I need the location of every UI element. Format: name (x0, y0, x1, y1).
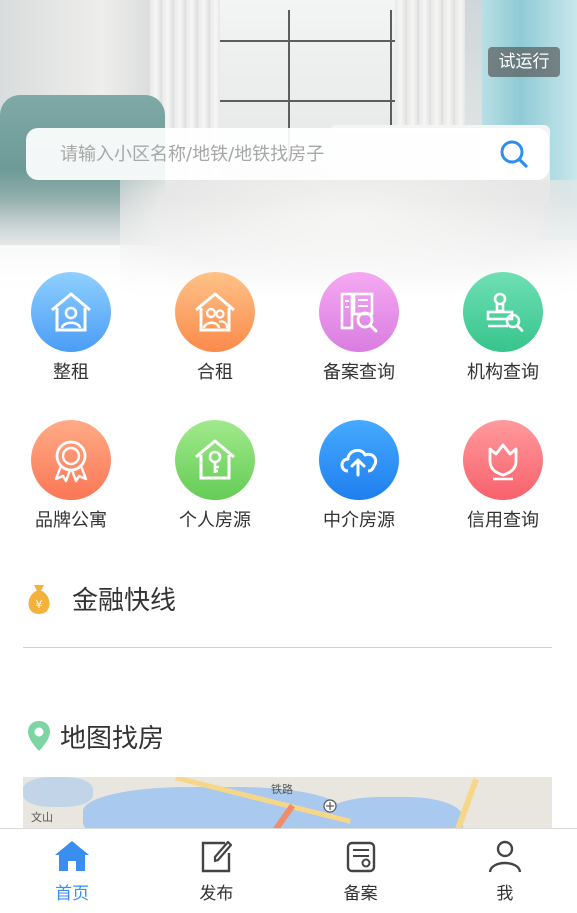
money-bag-icon-wrap: ¥ (24, 582, 54, 620)
location-pin-icon (28, 721, 50, 751)
category-label: 合租 (197, 362, 233, 383)
category-label: 个人房源 (179, 510, 251, 531)
bottom-tab-bar: 首页 发布 备案 我 (0, 828, 577, 913)
tab-me[interactable]: 我 (433, 829, 577, 913)
money-bag-icon: ¥ (28, 585, 50, 614)
map-section-title: 地图找房 (60, 724, 165, 754)
category-credit-query[interactable]: 信用查询 (448, 420, 558, 532)
cloud-upload-icon (340, 448, 378, 477)
tab-label: 首页 (55, 884, 90, 904)
category-whole-rent[interactable]: 整租 (16, 272, 126, 384)
tab-label: 备案 (343, 884, 378, 904)
search-input[interactable] (26, 128, 476, 180)
map-place-label: 文山 (31, 811, 53, 824)
trial-run-badge: 试运行 (488, 47, 560, 77)
category-label: 信用查询 (467, 510, 539, 531)
search-bar (26, 128, 549, 180)
category-agent-listing[interactable]: 中介房源 (304, 420, 414, 532)
map-preview[interactable]: 文山 铁路 (23, 777, 552, 830)
tab-record[interactable]: 备案 (289, 829, 433, 913)
home-icon (55, 841, 90, 871)
record-icon (346, 841, 375, 873)
category-agency-query[interactable]: 机构查询 (448, 272, 558, 384)
house-people-icon (195, 292, 235, 332)
edit-icon (202, 840, 233, 873)
house-person-icon (51, 292, 91, 332)
category-label: 整租 (53, 362, 89, 383)
section-divider (23, 647, 552, 648)
house-key-icon (195, 439, 235, 480)
tab-home[interactable]: 首页 (0, 829, 144, 913)
category-label: 中介房源 (323, 510, 395, 531)
finance-section-title[interactable]: 金融快线 (72, 580, 176, 617)
category-brand-apartment[interactable]: 品牌公寓 (16, 420, 126, 532)
tab-label: 发布 (199, 884, 234, 904)
category-record-query[interactable]: 备案查询 (304, 272, 414, 384)
category-label: 品牌公寓 (35, 510, 107, 531)
stamp-search-icon (486, 292, 524, 332)
location-pin-wrap (27, 720, 51, 756)
user-icon (488, 840, 522, 873)
shield-flower-icon (488, 443, 518, 481)
tab-publish[interactable]: 发布 (144, 829, 288, 913)
search-button[interactable] (479, 128, 549, 180)
map-road-label: 铁路 (271, 783, 293, 796)
category-label: 备案查询 (323, 362, 395, 383)
tab-label: 我 (496, 884, 514, 904)
document-search-icon (340, 292, 378, 333)
category-label: 机构查询 (467, 362, 539, 383)
svg-text:¥: ¥ (36, 598, 43, 611)
map-poi-icon (323, 799, 337, 813)
category-shared-rent[interactable]: 合租 (160, 272, 270, 384)
search-icon (500, 140, 528, 168)
award-ribbon-icon (54, 440, 88, 483)
category-personal-listing[interactable]: 个人房源 (160, 420, 270, 532)
